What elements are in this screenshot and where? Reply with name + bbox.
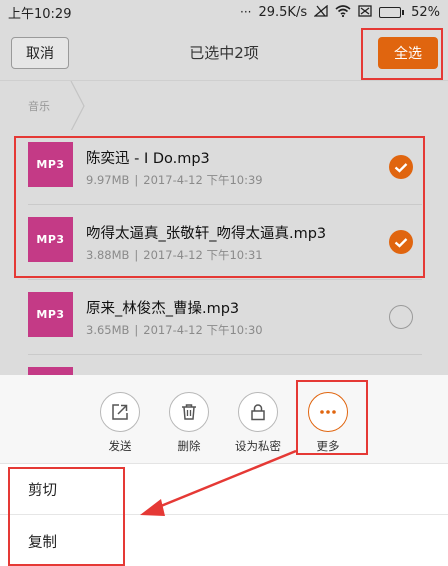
delete-button[interactable]: 删除 [159,392,219,454]
status-bar: 上午10:29 ··· 29.5K/s 52% [0,0,448,24]
breadcrumb-item-music[interactable]: 音乐 [0,81,85,131]
file-row-partial[interactable] [0,355,448,375]
set-private-label: 设为私密 [235,439,281,453]
file-size: 3.88MB [86,248,130,262]
wifi-icon [335,4,351,20]
mp3-file-icon [28,367,73,375]
more-menu: 剪切 复制 [0,463,448,566]
selection-checkbox[interactable] [389,230,413,254]
network-speed: 29.5K/s [258,4,308,20]
share-icon [100,392,140,432]
select-all-button[interactable]: 全选 [378,37,438,69]
no-sim-icon [358,4,372,20]
selection-checkbox[interactable] [389,155,413,179]
mp3-file-icon: MP3 [28,217,73,262]
more-icon [308,392,348,432]
mp3-file-icon: MP3 [28,142,73,187]
menu-item-copy[interactable]: 复制 [0,516,448,566]
trash-icon [169,392,209,432]
file-name: 原来_林俊杰_曹操.mp3 [86,301,240,317]
file-row[interactable]: MP3 吻得太逼真_张敬轩_吻得太逼真.mp3 3.88MB | 2017-4-12… [0,205,448,280]
more-indicators: ··· [240,5,252,19]
more-label: 更多 [316,439,340,453]
file-list: MP3 陈奕迅 - I Do.mp3 9.97MB | 2017-4-12 下午10… [0,130,448,375]
set-private-button[interactable]: 设为私密 [228,392,288,454]
clock: 上午10:29 [8,6,72,22]
more-button[interactable]: 更多 [298,392,358,454]
lock-icon [238,392,278,432]
file-name: 吻得太逼真_张敬轩_吻得太逼真.mp3 [86,226,327,242]
mp3-file-icon: MP3 [28,292,73,337]
send-label: 发送 [108,439,132,453]
menu-item-cut[interactable]: 剪切 [0,465,448,515]
file-date: 2017-4-12 下午10:39 [143,173,263,187]
file-row[interactable]: MP3 陈奕迅 - I Do.mp3 9.97MB | 2017-4-12 下午10… [0,130,448,205]
file-size: 3.65MB [86,323,130,337]
signal-icon [313,4,328,20]
send-button[interactable]: 发送 [90,392,150,454]
breadcrumb-separator-icon [70,81,85,131]
action-bar: 发送 删除 设为私密 更多 [0,375,448,463]
selection-checkbox[interactable] [389,305,413,329]
breadcrumb: 音乐 [0,80,448,131]
battery-icon [379,6,405,18]
file-name: 陈奕迅 - I Do.mp3 [86,151,210,167]
battery-percent: 52% [411,4,440,20]
delete-label: 删除 [177,439,201,453]
checkmark-icon [394,162,408,173]
checkmark-icon [394,237,408,248]
file-date: 2017-4-12 下午10:30 [143,323,263,337]
file-size: 9.97MB [86,173,130,187]
selection-header: 取消 已选中2项 全选 [0,24,448,80]
file-row[interactable]: MP3 原来_林俊杰_曹操.mp3 3.65MB | 2017-4-12 下午10:… [0,280,448,355]
file-date: 2017-4-12 下午10:31 [143,248,263,262]
